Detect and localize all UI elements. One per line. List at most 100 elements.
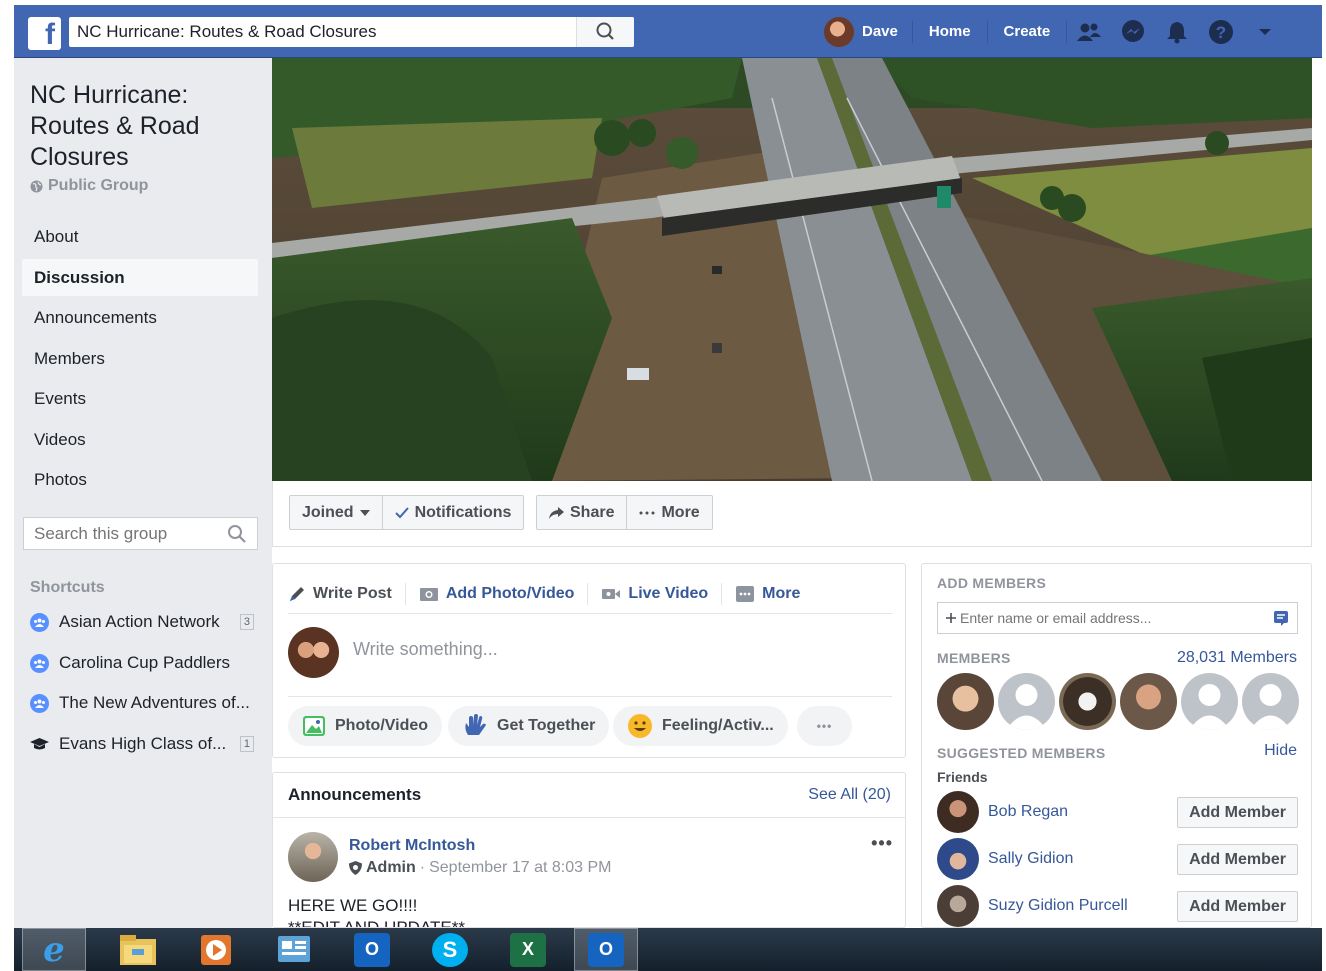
get-together-pill[interactable]: Get Together <box>448 706 610 746</box>
members-panel: ADD MEMBERS MEMBERS 28,031 Members SUGGE… <box>921 563 1312 928</box>
facebook-logo-icon[interactable]: f <box>28 17 61 50</box>
global-search <box>69 17 634 47</box>
svg-text:?: ? <box>1216 23 1226 42</box>
nav-videos[interactable]: Videos <box>22 421 258 458</box>
friend-requests-icon[interactable] <box>1067 15 1111 49</box>
excel-icon[interactable]: X <box>496 928 560 971</box>
internet-explorer-icon[interactable]: e <box>22 928 86 971</box>
group-icon <box>30 612 49 632</box>
share-button[interactable]: Share <box>537 496 628 529</box>
shortcut-item[interactable]: The New Adventures of... <box>30 689 254 717</box>
more-button[interactable]: More <box>627 496 711 529</box>
member-avatar[interactable] <box>1242 673 1299 730</box>
share-arrow-icon <box>549 506 564 519</box>
excel-glyph: X <box>510 932 546 967</box>
member-avatar[interactable] <box>1120 673 1177 730</box>
outlook-icon[interactable]: O <box>340 928 404 971</box>
add-member-button[interactable]: Add Member <box>1177 890 1298 922</box>
suggested-member-avatar[interactable] <box>937 838 979 880</box>
profile-link[interactable]: Dave <box>862 21 913 43</box>
media-player-icon[interactable] <box>184 928 248 971</box>
members-count-link[interactable]: 28,031 Members <box>1177 649 1297 667</box>
suggested-member-row: Suzy Gidion Purcell Add Member <box>937 885 1298 927</box>
member-avatar[interactable] <box>937 673 994 730</box>
member-avatar[interactable] <box>1059 673 1116 730</box>
see-all-announcements-link[interactable]: See All (20) <box>808 786 891 804</box>
shortcut-item[interactable]: Evans High Class of... 1 <box>30 730 254 758</box>
feeling-activity-pill[interactable]: Feeling/Activ... <box>613 706 788 746</box>
waving-hand-icon <box>465 714 486 735</box>
chevron-down-icon <box>359 509 370 516</box>
photo-video-pill[interactable]: Photo/Video <box>288 706 443 746</box>
suggested-member-avatar[interactable] <box>937 885 979 927</box>
post-options-menu-button[interactable]: ••• <box>871 833 893 854</box>
help-icon[interactable]: ? <box>1199 15 1243 49</box>
live-video-tab[interactable]: Live Video <box>601 582 723 605</box>
add-member-button[interactable]: Add Member <box>1177 843 1298 875</box>
shortcut-count-badge: 3 <box>239 614 254 630</box>
add-members-input[interactable] <box>956 610 1273 626</box>
add-member-button[interactable]: Add Member <box>1177 796 1298 828</box>
composer-avatar <box>288 627 339 678</box>
more-dots-icon <box>736 585 755 602</box>
nav-about[interactable]: About <box>22 218 258 255</box>
composer-more-options-button[interactable]: ••• <box>797 706 852 746</box>
suggested-member-name[interactable]: Suzy Gidion Purcell <box>988 897 1177 915</box>
group-navigation: About Discussion Announcements Members E… <box>22 218 258 502</box>
group-search-input[interactable] <box>24 518 219 549</box>
globe-icon <box>30 180 43 192</box>
announcements-heading: Announcements <box>288 785 422 804</box>
contact-card-icon[interactable] <box>1273 610 1289 626</box>
user-avatar[interactable] <box>824 17 854 47</box>
suggested-members-heading: SUGGESTED MEMBERS <box>937 745 1106 761</box>
shortcut-item[interactable]: Carolina Cup Paddlers <box>30 649 254 677</box>
add-photo-video-tab[interactable]: Add Photo/Video <box>419 582 589 605</box>
nav-photos[interactable]: Photos <box>22 461 258 498</box>
home-link[interactable]: Home <box>913 21 988 43</box>
notifications-bell-icon[interactable] <box>1155 15 1199 49</box>
file-explorer-icon[interactable] <box>106 928 170 971</box>
video-camera-icon <box>602 588 621 599</box>
joined-button[interactable]: Joined <box>290 496 383 529</box>
share-label: Share <box>570 504 615 521</box>
outlook-glyph: O <box>588 932 624 967</box>
shortcut-count-badge: 1 <box>239 736 254 752</box>
members-heading: MEMBERS <box>937 650 1011 666</box>
messenger-icon[interactable] <box>1111 15 1155 49</box>
search-button[interactable] <box>576 17 634 47</box>
group-title[interactable]: NC Hurricane: Routes & Road Closures <box>30 80 260 173</box>
shortcut-item[interactable]: Asian Action Network 3 <box>30 608 254 636</box>
group-cover-photo[interactable] <box>272 58 1312 481</box>
member-avatar[interactable] <box>1181 673 1238 730</box>
suggested-member-avatar[interactable] <box>937 791 979 833</box>
suggested-member-name[interactable]: Sally Gidion <box>988 850 1177 868</box>
hide-suggestions-link[interactable]: Hide <box>1264 742 1297 760</box>
create-link[interactable]: Create <box>988 21 1068 43</box>
control-panel-icon[interactable] <box>262 928 326 971</box>
nav-events[interactable]: Events <box>22 380 258 417</box>
add-photo-video-label: Add Photo/Video <box>445 584 575 602</box>
author-avatar[interactable] <box>288 832 338 882</box>
ie-glyph: e <box>43 929 65 970</box>
suggested-member-name[interactable]: Bob Regan <box>988 803 1177 821</box>
composer-more-tab[interactable]: More <box>735 583 813 605</box>
notifications-label: Notifications <box>414 504 512 521</box>
nav-members[interactable]: Members <box>22 340 258 377</box>
outlook-icon[interactable]: O <box>574 928 638 971</box>
write-post-tab[interactable]: Write Post <box>288 582 406 605</box>
post-text-line: HERE WE GO!!!! <box>288 896 418 915</box>
announcements-card: Announcements See All (20) Robert McInto… <box>272 772 906 928</box>
skype-icon[interactable]: S <box>418 928 482 971</box>
search-icon[interactable] <box>227 524 247 544</box>
member-avatar[interactable] <box>998 673 1055 730</box>
account-menu-chevron-down-icon[interactable] <box>1243 15 1287 49</box>
post-author-link[interactable]: Robert McIntosh <box>349 837 475 855</box>
notifications-button[interactable]: Notifications <box>383 496 524 529</box>
global-search-input[interactable] <box>69 17 575 47</box>
nav-announcements[interactable]: Announcements <box>22 299 258 336</box>
write-something-input[interactable]: Write something... <box>353 639 498 660</box>
post-timestamp-link[interactable]: September 17 at 8:03 PM <box>429 859 611 877</box>
nav-discussion[interactable]: Discussion <box>22 258 258 296</box>
shortcuts-heading: Shortcuts <box>30 579 105 596</box>
suggested-member-row: Sally Gidion Add Member <box>937 838 1298 880</box>
